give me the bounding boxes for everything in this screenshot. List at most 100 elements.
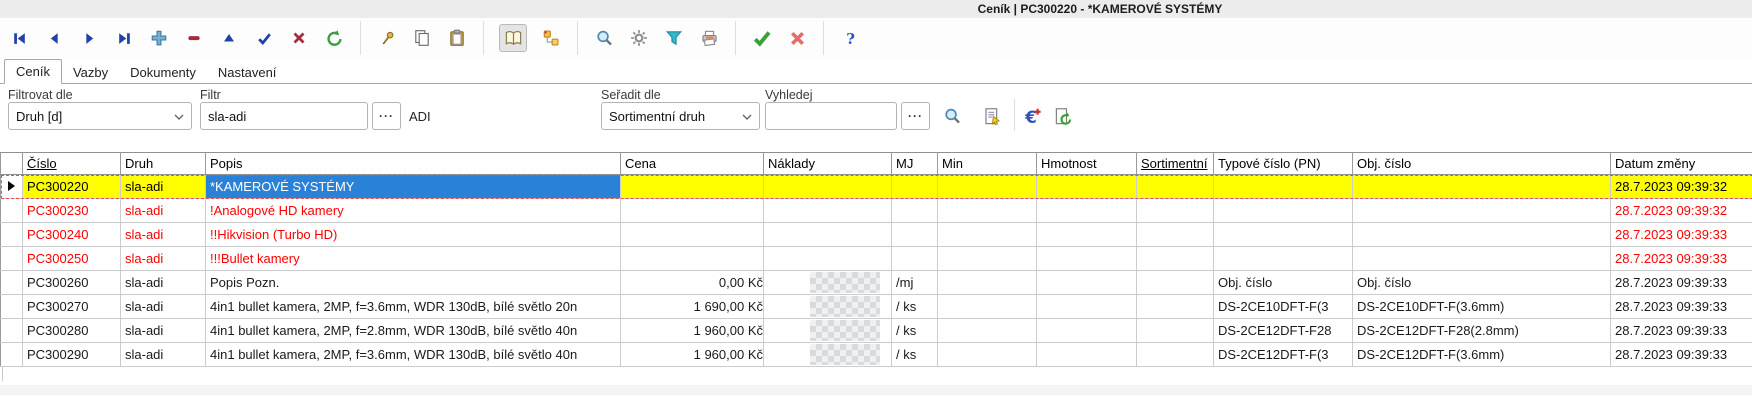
column-header-typove-cislo[interactable]: Typové číslo (PN) xyxy=(1214,153,1353,175)
cell-obj[interactable]: DS-2CE12DFT-F28(2.8mm) xyxy=(1353,319,1611,343)
cell-obj[interactable] xyxy=(1353,175,1611,199)
cell-popis[interactable]: !Analogové HD kamery xyxy=(206,199,621,223)
cell-hmotnost[interactable] xyxy=(1037,319,1137,343)
column-header-cena[interactable]: Cena xyxy=(621,153,764,175)
cell-cislo[interactable]: PC300240 xyxy=(23,223,121,247)
cell-hmotnost[interactable] xyxy=(1037,271,1137,295)
cell-sortimentni[interactable] xyxy=(1137,223,1214,247)
cell-naklady[interactable] xyxy=(764,343,892,367)
cell-hmotnost[interactable] xyxy=(1037,295,1137,319)
confirm-icon[interactable] xyxy=(751,27,773,49)
cell-typove[interactable]: DS-2CE12DFT-F28 xyxy=(1214,319,1353,343)
paste-icon[interactable] xyxy=(446,27,468,49)
refresh-data-icon[interactable] xyxy=(1052,105,1074,127)
row-selector[interactable] xyxy=(1,199,23,223)
cell-min[interactable] xyxy=(938,319,1037,343)
cell-naklady[interactable] xyxy=(764,247,892,271)
cell-cena[interactable]: 0,00 Kč xyxy=(621,271,764,295)
row-selector[interactable] xyxy=(1,223,23,247)
cell-obj[interactable] xyxy=(1353,247,1611,271)
help-icon[interactable]: ? xyxy=(839,27,861,49)
cell-cena[interactable] xyxy=(621,223,764,247)
cell-datum[interactable]: 28.7.2023 09:39:32 xyxy=(1611,199,1752,223)
cell-mj[interactable] xyxy=(892,175,938,199)
print-icon[interactable] xyxy=(698,27,720,49)
tab-cenik[interactable]: Ceník xyxy=(4,59,62,84)
cell-typove[interactable]: DS-2CE12DFT-F(3 xyxy=(1214,343,1353,367)
filter-more-button[interactable]: ··· xyxy=(372,102,401,130)
cell-mj[interactable]: / ks xyxy=(892,319,938,343)
cell-hmotnost[interactable] xyxy=(1037,175,1137,199)
cell-popis[interactable]: !!!Bullet kamery xyxy=(206,247,621,271)
cell-cislo[interactable]: PC300250 xyxy=(23,247,121,271)
cell-sortimentni[interactable] xyxy=(1137,295,1214,319)
cell-popis[interactable]: 4in1 bullet kamera, 2MP, f=3.6mm, WDR 13… xyxy=(206,295,621,319)
cell-druh[interactable]: sla-adi xyxy=(121,319,206,343)
column-header-mj[interactable]: MJ xyxy=(892,153,938,175)
cell-mj[interactable] xyxy=(892,199,938,223)
search-icon[interactable] xyxy=(941,105,963,127)
cell-popis[interactable]: !!Hikvision (Turbo HD) xyxy=(206,223,621,247)
cell-typove[interactable]: DS-2CE10DFT-F(3 xyxy=(1214,295,1353,319)
cell-datum[interactable]: 28.7.2023 09:39:33 xyxy=(1611,343,1752,367)
cell-naklady[interactable] xyxy=(764,271,892,295)
cell-sortimentni[interactable] xyxy=(1137,343,1214,367)
cell-cislo[interactable]: PC300260 xyxy=(23,271,121,295)
cell-datum[interactable]: 28.7.2023 09:39:33 xyxy=(1611,319,1752,343)
cell-druh[interactable]: sla-adi xyxy=(121,271,206,295)
cell-druh[interactable]: sla-adi xyxy=(121,247,206,271)
cell-obj[interactable]: DS-2CE10DFT-F(3.6mm) xyxy=(1353,295,1611,319)
cell-obj[interactable] xyxy=(1353,199,1611,223)
cancel-edit-icon[interactable] xyxy=(288,27,310,49)
tab-dokumenty[interactable]: Dokumenty xyxy=(119,61,207,84)
last-record-icon[interactable] xyxy=(113,27,135,49)
copy-icon[interactable] xyxy=(411,27,433,49)
column-header-hmotnost[interactable]: Hmotnost xyxy=(1037,153,1137,175)
cell-typove[interactable]: Obj. číslo xyxy=(1214,271,1353,295)
column-header-datum-zmeny[interactable]: Datum změny xyxy=(1611,153,1752,175)
cell-cena[interactable]: 1 690,00 Kč xyxy=(621,295,764,319)
tab-vazby[interactable]: Vazby xyxy=(62,61,119,84)
cell-popis[interactable]: 4in1 bullet kamera, 2MP, f=2.8mm, WDR 13… xyxy=(206,319,621,343)
column-header-cislo[interactable]: Číslo xyxy=(23,153,121,175)
tab-nastaveni[interactable]: Nastavení xyxy=(207,61,288,84)
cell-obj[interactable] xyxy=(1353,223,1611,247)
cell-min[interactable] xyxy=(938,295,1037,319)
cell-cislo[interactable]: PC300230 xyxy=(23,199,121,223)
refresh-icon[interactable] xyxy=(323,27,345,49)
cell-sortimentni[interactable] xyxy=(1137,271,1214,295)
cell-popis[interactable]: Popis Pozn. xyxy=(206,271,621,295)
cancel-icon[interactable] xyxy=(786,27,808,49)
sort-by-select[interactable]: Sortimentní druh xyxy=(601,102,760,130)
add-record-icon[interactable] xyxy=(148,27,170,49)
cell-druh[interactable]: sla-adi xyxy=(121,343,206,367)
filter-funnel-icon[interactable] xyxy=(663,27,685,49)
cell-sortimentni[interactable] xyxy=(1137,199,1214,223)
column-header-druh[interactable]: Druh xyxy=(121,153,206,175)
cell-typove[interactable] xyxy=(1214,223,1353,247)
post-edit-icon[interactable] xyxy=(253,27,275,49)
cell-obj[interactable]: DS-2CE12DFT-F(3.6mm) xyxy=(1353,343,1611,367)
cell-druh[interactable]: sla-adi xyxy=(121,295,206,319)
cell-popis[interactable]: *KAMEROVÉ SYSTÉMY xyxy=(206,175,621,199)
cell-cena[interactable] xyxy=(621,247,764,271)
cell-datum[interactable]: 28.7.2023 09:39:32 xyxy=(1611,175,1752,199)
cell-min[interactable] xyxy=(938,199,1037,223)
cell-datum[interactable]: 28.7.2023 09:39:33 xyxy=(1611,295,1752,319)
column-header-sortimentni[interactable]: Sortimentní xyxy=(1137,153,1214,175)
column-header-obj-cislo[interactable]: Obj. číslo xyxy=(1353,153,1611,175)
cell-naklady[interactable] xyxy=(764,199,892,223)
cell-cislo[interactable]: PC300290 xyxy=(23,343,121,367)
cell-cena[interactable]: 1 960,00 Kč xyxy=(621,319,764,343)
cell-obj[interactable]: Obj. číslo xyxy=(1353,271,1611,295)
cell-cislo[interactable]: PC300270 xyxy=(23,295,121,319)
cell-sortimentni[interactable] xyxy=(1137,175,1214,199)
row-selector[interactable] xyxy=(1,271,23,295)
cell-hmotnost[interactable] xyxy=(1037,223,1137,247)
cell-naklady[interactable] xyxy=(764,319,892,343)
next-record-icon[interactable] xyxy=(78,27,100,49)
filter-input[interactable] xyxy=(200,102,368,130)
cell-min[interactable] xyxy=(938,343,1037,367)
catalog-book-icon[interactable] xyxy=(499,24,527,52)
list-edit-icon[interactable] xyxy=(981,105,1003,127)
